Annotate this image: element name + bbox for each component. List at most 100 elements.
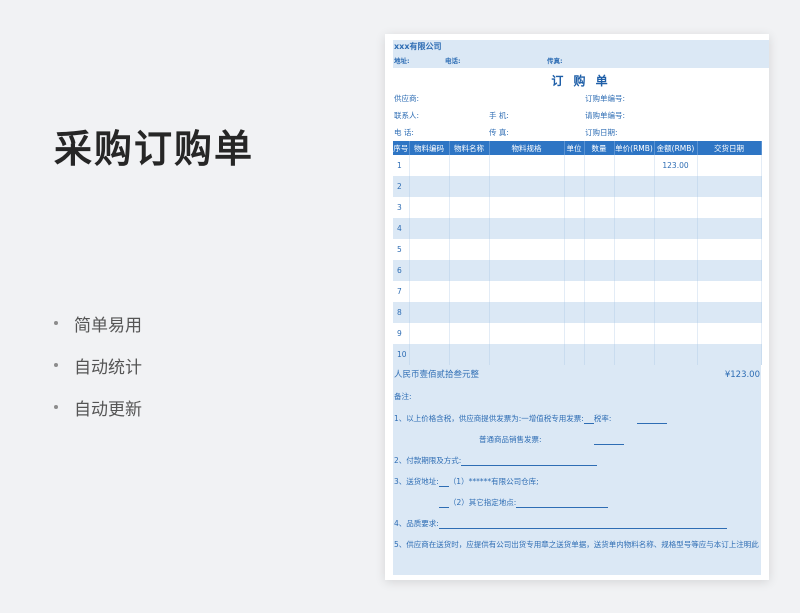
table-cell — [489, 176, 565, 197]
note-3b: （2）其它指定地点: — [439, 497, 609, 508]
table-cell — [564, 176, 585, 197]
row-amount — [654, 260, 698, 281]
column-header: 物料名称 — [449, 141, 490, 155]
order-title: 订 购 单 — [551, 74, 611, 88]
table-cell — [584, 302, 615, 323]
table-cell — [584, 218, 615, 239]
table-cell — [584, 155, 615, 176]
table-cell — [584, 176, 615, 197]
page-title: 采购订购单 — [54, 127, 255, 171]
table-row: 9 — [393, 323, 762, 344]
column-header: 物料规格 — [489, 141, 565, 155]
table-cell — [409, 218, 450, 239]
note-3: 3、送货地址: （1）******有限公司仓库; — [394, 476, 539, 487]
note-3b-text: （2）其它指定地点: — [449, 498, 517, 507]
table-cell — [697, 281, 762, 302]
po-number-label: 订购单编号: — [585, 94, 626, 103]
table-cell — [564, 344, 585, 365]
feature-label: 简单易用 — [74, 315, 142, 336]
row-amount — [654, 302, 698, 323]
tel-label: 电 话: — [394, 128, 414, 137]
table-cell — [409, 344, 450, 365]
table-cell — [449, 323, 490, 344]
row-index: 8 — [393, 302, 410, 323]
table-cell — [584, 281, 615, 302]
table-cell — [409, 323, 450, 344]
purchase-order-sheet: xxx有限公司 地址: 电话: 传真: 订 购 单 供应商: 订购单编号: 联系… — [385, 34, 769, 580]
table-cell — [449, 176, 490, 197]
row-index: 2 — [393, 176, 410, 197]
table-cell — [449, 302, 490, 323]
total-value: ¥123.00 — [724, 370, 760, 380]
address-label: 地址: — [394, 57, 410, 65]
table-cell — [584, 323, 615, 344]
order-date-label: 订购日期: — [585, 128, 618, 137]
table-row: 6 — [393, 260, 762, 281]
table-row: 5 — [393, 239, 762, 260]
row-index: 10 — [393, 344, 410, 365]
table-cell — [409, 197, 450, 218]
table-cell — [697, 344, 762, 365]
info-row-1: 供应商: 订购单编号: — [393, 90, 769, 107]
table-cell — [614, 302, 655, 323]
fax2-label: 传 真: — [489, 128, 509, 137]
table-cell — [449, 197, 490, 218]
note-2: 2、付款期限及方式: — [394, 455, 598, 466]
table-cell — [614, 176, 655, 197]
note-1: 1、以上价格含税，供应商提供发票为:一增值税专用发票: 税率: — [394, 413, 668, 424]
table-cell — [697, 323, 762, 344]
table-cell — [697, 176, 762, 197]
note-5: 5、供应商在送货时，应提供有公司出货专用章之送货单据，送货单内物料名称、规格型号… — [394, 540, 759, 549]
address-row: 地址: 电话: 传真: — [393, 54, 769, 68]
note-1b: 普通商品销售发票: — [479, 434, 624, 445]
table-cell — [489, 155, 565, 176]
table-row: 3 — [393, 197, 762, 218]
row-amount — [654, 176, 698, 197]
table-cell — [697, 197, 762, 218]
row-index: 9 — [393, 323, 410, 344]
row-index: 6 — [393, 260, 410, 281]
table-cell — [489, 323, 565, 344]
column-header: 物料编码 — [409, 141, 450, 155]
table-cell — [697, 218, 762, 239]
row-index: 4 — [393, 218, 410, 239]
info-row-2: 联系人: 手 机: 请购单编号: — [393, 107, 769, 124]
table-cell — [614, 197, 655, 218]
table-row: 10 — [393, 344, 762, 365]
row-index: 7 — [393, 281, 410, 302]
row-index: 3 — [393, 197, 410, 218]
table-cell — [584, 344, 615, 365]
table-cell — [449, 239, 490, 260]
table-cell — [564, 197, 585, 218]
table-cell — [564, 281, 585, 302]
table-cell — [564, 323, 585, 344]
table-cell — [409, 155, 450, 176]
request-number-label: 请购单编号: — [585, 111, 626, 120]
table-cell — [584, 260, 615, 281]
note-1-rate: 税率: — [593, 414, 612, 423]
fax-label: 传真: — [547, 57, 563, 65]
table-cell — [584, 239, 615, 260]
note-3-text: 3、送货地址: — [394, 477, 439, 486]
total-row: 人民币壹佰贰拾叁元整 ¥123.00 — [393, 365, 761, 385]
table-cell — [489, 239, 565, 260]
note-2-text: 2、付款期限及方式: — [394, 456, 462, 465]
table-cell — [697, 239, 762, 260]
row-amount — [654, 281, 698, 302]
row-amount — [654, 323, 698, 344]
table-cell — [614, 155, 655, 176]
column-header: 金额(RMB) — [654, 141, 698, 155]
column-header: 单价(RMB) — [614, 141, 655, 155]
table-cell — [449, 260, 490, 281]
table-cell — [409, 176, 450, 197]
table-row: 7 — [393, 281, 762, 302]
table-cell — [409, 260, 450, 281]
bullet-icon — [54, 405, 58, 409]
table-row: 2 — [393, 176, 762, 197]
bullet-icon — [54, 321, 58, 325]
table-cell — [489, 197, 565, 218]
table-cell — [614, 281, 655, 302]
row-amount — [654, 197, 698, 218]
column-header: 序号 — [393, 141, 410, 155]
table-cell — [584, 197, 615, 218]
